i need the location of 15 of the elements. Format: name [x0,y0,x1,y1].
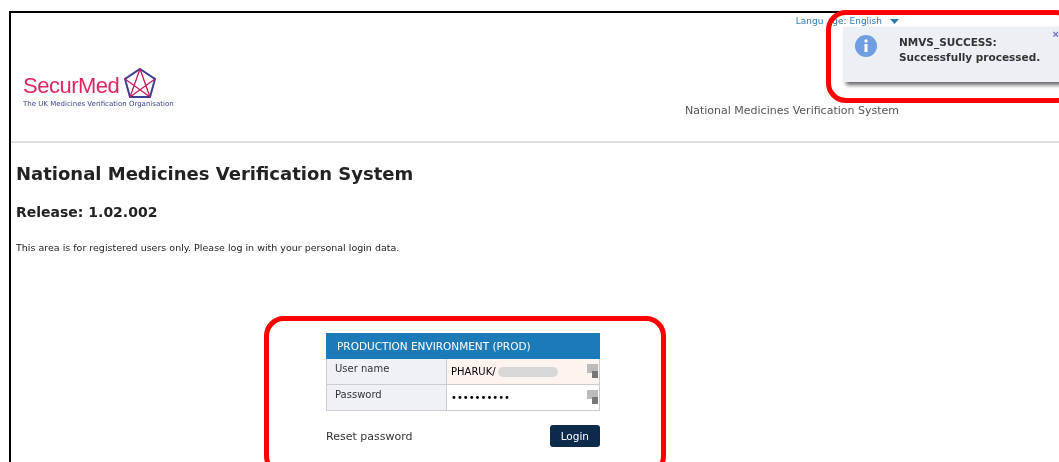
language-selector[interactable]: Langu [795,16,824,26]
caret-icon[interactable] [890,18,899,24]
info-icon [855,35,877,57]
notification-message: Successfully processed. [899,50,1041,65]
intro-text: This area is for registered users only. Please log in with your personal login data. [16,242,401,253]
release-version: Release: 1.02.002 [16,204,159,220]
reset-password-link[interactable]: Reset password [326,429,413,443]
pentagon-logo-icon [123,67,158,99]
login-button[interactable]: Login [549,425,600,447]
notification-title: NMVS_SUCCESS: [899,35,998,50]
environment-header: PRODUCTION ENVIRONMENT (PROD) [326,333,600,359]
system-title: National Medicines Verification System [684,104,899,117]
page-title: National Medicines Verification System [16,163,415,184]
close-button[interactable]: × [1052,28,1059,40]
logo-wordmark: SecurMed [23,73,120,99]
